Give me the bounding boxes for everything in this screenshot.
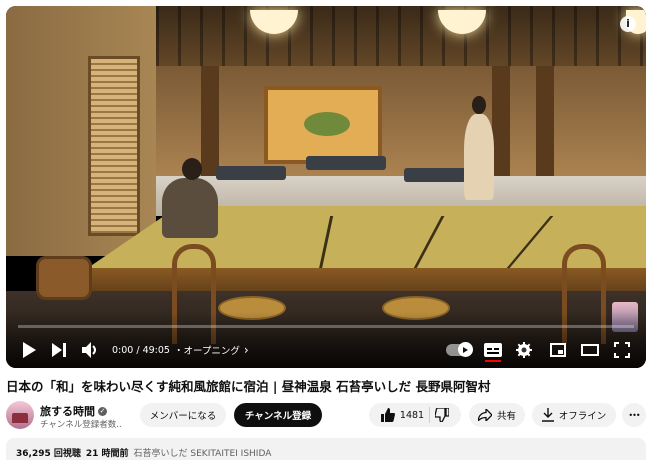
scene-sofa bbox=[216, 166, 286, 180]
miniplayer-button[interactable] bbox=[548, 340, 568, 360]
channel-name[interactable]: 旅する時間 bbox=[40, 403, 95, 419]
like-count: 1481 bbox=[399, 409, 425, 421]
upload-time: 21 時間前 bbox=[85, 449, 129, 459]
fullscreen-button[interactable] bbox=[612, 340, 632, 360]
theater-icon bbox=[581, 344, 599, 356]
view-count: 36,295 回視聴 bbox=[16, 449, 81, 459]
autoplay-toggle[interactable] bbox=[446, 342, 473, 357]
offline-label: オフライン bbox=[558, 411, 607, 422]
join-member-label: メンバーになる bbox=[149, 411, 217, 422]
video-title: 日本の「和」を味わい尽くす純和風旅館に宿泊 | 昼神温泉 石苔亭いしだ 長野県阿… bbox=[6, 379, 491, 394]
share-button[interactable]: 共有 bbox=[469, 403, 525, 427]
video-player[interactable]: i 0:00 / 49:05 ・オープニング › bbox=[6, 6, 646, 368]
settings-gear-icon bbox=[516, 342, 532, 358]
time-current: 0:00 bbox=[112, 344, 134, 356]
offline-download-button[interactable]: オフライン bbox=[532, 403, 616, 427]
scene-sofa bbox=[404, 168, 466, 182]
settings-button[interactable] bbox=[514, 340, 534, 360]
scene-person-standing bbox=[464, 114, 494, 200]
download-icon bbox=[541, 408, 554, 422]
join-member-button[interactable]: メンバーになる bbox=[140, 403, 226, 427]
more-icon: ••• bbox=[628, 410, 640, 420]
play-icon bbox=[23, 342, 36, 358]
scene-stool bbox=[36, 256, 92, 300]
scene-window-shutter bbox=[88, 56, 140, 236]
scene-person-head bbox=[182, 158, 202, 180]
scene-stage-painting bbox=[264, 86, 382, 164]
share-label: 共有 bbox=[496, 411, 516, 422]
more-actions-button[interactable]: ••• bbox=[622, 403, 646, 427]
like-divider bbox=[429, 407, 431, 423]
channel-avatar[interactable] bbox=[6, 401, 34, 429]
scene-person-seated bbox=[162, 178, 218, 238]
volume-icon bbox=[82, 342, 96, 358]
captions-icon bbox=[484, 343, 502, 357]
time-total: 49:05 bbox=[142, 344, 170, 356]
next-button[interactable] bbox=[50, 340, 68, 360]
progress-bar[interactable] bbox=[18, 325, 634, 328]
captions-active-indicator bbox=[485, 360, 501, 362]
volume-button[interactable] bbox=[80, 340, 102, 360]
thumbs-up-icon bbox=[380, 408, 395, 422]
miniplayer-icon bbox=[550, 343, 566, 357]
next-icon bbox=[52, 343, 66, 357]
subscriber-count: チャンネル登録者数... bbox=[40, 418, 122, 430]
play-button[interactable] bbox=[20, 340, 38, 360]
chapter-chevron-icon[interactable]: › bbox=[244, 343, 249, 357]
thumbs-down-icon bbox=[435, 408, 450, 422]
subscribe-button[interactable]: チャンネル登録 bbox=[234, 403, 322, 427]
subscriber-text: チャンネル登録者数... bbox=[40, 420, 122, 430]
info-icon[interactable]: i bbox=[620, 16, 636, 32]
verified-icon: ✓ bbox=[98, 406, 107, 416]
subscribe-label: チャンネル登録 bbox=[244, 411, 312, 422]
theater-button[interactable] bbox=[580, 340, 600, 360]
description-box[interactable]: 36,295 回視聴 21 時間前 石苔亭いしだ SEKITAITEI ISHI… bbox=[6, 438, 646, 460]
captions-button[interactable] bbox=[483, 340, 503, 360]
channel-name-row[interactable]: 旅する時間 ✓ bbox=[40, 403, 107, 419]
share-arrow-icon bbox=[477, 409, 492, 421]
chapter-title[interactable]: ・オープニング bbox=[174, 343, 240, 357]
like-dislike-group[interactable]: 1481 bbox=[369, 403, 461, 427]
fullscreen-icon bbox=[614, 342, 630, 358]
time-display: 0:00 / 49:05 ・オープニング › bbox=[112, 342, 249, 358]
scene-sofa bbox=[306, 156, 386, 170]
autoplay-knob bbox=[458, 342, 473, 357]
time-separator: / bbox=[133, 344, 143, 356]
scene-person-head bbox=[472, 96, 486, 114]
description-tag[interactable]: 石苔亭いしだ SEKITAITEI ISHIDA bbox=[134, 446, 272, 460]
